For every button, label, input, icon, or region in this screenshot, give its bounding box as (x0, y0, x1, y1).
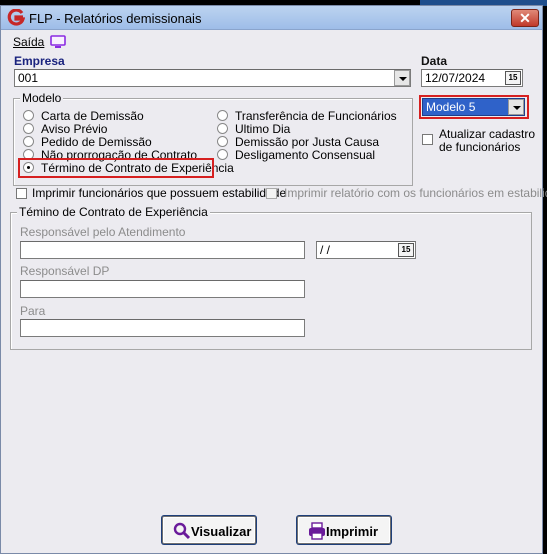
monitor-icon[interactable] (50, 35, 66, 49)
responsavel-atendimento-label: Responsável pelo Atendimento (20, 225, 186, 239)
radio-label: Aviso Prévio (41, 122, 108, 136)
visualizar-label: Visualizar (191, 524, 252, 539)
atualizar-checkbox[interactable] (422, 134, 433, 145)
modelo-legend: Modelo (20, 91, 64, 105)
radio-label: Demissão por Justa Causa (235, 135, 380, 149)
calendar-icon[interactable]: 15 (398, 243, 414, 257)
radio-label: Pedido de Demissão (41, 135, 152, 149)
radio-button[interactable] (217, 110, 228, 121)
termino-date-field[interactable]: / / 15 (316, 241, 416, 259)
radio-button[interactable] (23, 110, 34, 121)
radio-button[interactable] (23, 123, 34, 134)
radio-label: Desligamento Consensual (235, 148, 376, 162)
app-logo-icon (7, 9, 25, 26)
empresa-value: 001 (18, 71, 39, 85)
radio-button[interactable] (217, 149, 228, 160)
relatorio-estabilidade-label: Imprimir relatório com os funcionários e… (284, 186, 547, 200)
relatorio-estabilidade-checkbox[interactable] (266, 188, 277, 199)
responsavel-dp-input[interactable] (20, 280, 305, 298)
highlight-box (419, 95, 529, 119)
radio-button[interactable] (217, 136, 228, 147)
title-bar: FLP - Relatórios demissionais ✕ (1, 6, 542, 30)
estabilidade-checkbox[interactable] (16, 188, 27, 199)
atualizar-label-line1: Atualizar cadastro (439, 127, 536, 141)
para-input[interactable] (20, 319, 305, 337)
window-title: FLP - Relatórios demissionais (29, 11, 202, 26)
menu-saida[interactable]: Saída (13, 35, 44, 49)
data-field[interactable]: 12/07/2024 15 (421, 69, 523, 87)
report-window: FLP - Relatórios demissionais ✕ Saída Em… (0, 5, 547, 554)
close-button[interactable]: ✕ (511, 9, 539, 27)
highlight-box (18, 158, 214, 178)
data-value: 12/07/2024 (425, 71, 486, 85)
printer-icon (309, 522, 325, 540)
radio-label: Carta de Demissão (41, 109, 144, 123)
search-icon (173, 522, 191, 540)
estabilidade-label: Imprimir funcionários que possuem estabi… (32, 186, 287, 200)
imprimir-label: Imprimir (326, 524, 379, 539)
radio-button[interactable] (23, 136, 34, 147)
visualizar-button[interactable]: Visualizar (162, 516, 256, 544)
radio-button[interactable] (217, 123, 228, 134)
calendar-icon[interactable]: 15 (505, 71, 521, 85)
para-label: Para (20, 304, 46, 318)
termino-legend: Témino de Contrato de Experiência (17, 205, 210, 219)
radio-label: Transferência de Funcionários (235, 109, 397, 123)
atualizar-label-line2: de funcionários (439, 140, 521, 154)
chevron-down-icon[interactable] (394, 70, 410, 86)
responsavel-dp-label: Responsável DP (20, 264, 110, 278)
empresa-label: Empresa (14, 54, 65, 68)
empresa-select[interactable]: 001 (14, 69, 411, 87)
imprimir-button[interactable]: Imprimir (297, 516, 391, 544)
radio-label: Ultimo Dia (235, 122, 291, 136)
responsavel-atendimento-input[interactable] (20, 241, 305, 259)
data-label: Data (421, 54, 448, 68)
termino-date-value: / / (320, 243, 331, 257)
